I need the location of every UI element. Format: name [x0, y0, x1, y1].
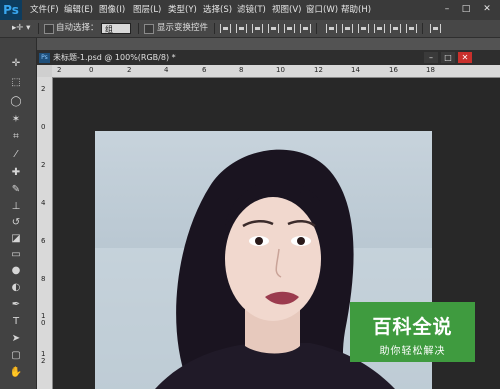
ruler-tick: 2 — [57, 66, 62, 74]
menu-help[interactable]: 帮助(H) — [341, 0, 371, 20]
healing-brush-icon[interactable]: ✚ — [8, 166, 24, 180]
align-top-icon[interactable] — [220, 24, 231, 33]
shape-tool-icon[interactable]: ▢ — [8, 349, 24, 363]
ruler-tick: 8 — [41, 275, 46, 283]
ruler-tick: 18 — [426, 66, 435, 74]
ps-document-icon: Ps — [39, 52, 50, 63]
ruler-tick: 16 — [389, 66, 398, 74]
gradient-tool-icon[interactable]: ▭ — [8, 248, 24, 262]
auto-align-icon[interactable] — [430, 24, 441, 33]
ruler-tick: 8 — [239, 66, 244, 74]
path-selection-icon[interactable]: ➤ — [8, 332, 24, 346]
options-separator — [38, 23, 39, 34]
menu-window[interactable]: 窗口(W) — [306, 0, 338, 20]
history-brush-icon[interactable]: ↺ — [8, 216, 24, 230]
crop-tool-icon[interactable]: ⌗ — [8, 130, 24, 144]
ruler-tick: 4 — [41, 199, 46, 207]
ruler-tick: 2 — [127, 66, 132, 74]
distribute-top-icon[interactable] — [326, 24, 337, 33]
menu-layer[interactable]: 图层(L) — [133, 0, 161, 20]
distribute-vcenter-icon[interactable] — [342, 24, 353, 33]
menu-select[interactable]: 选择(S) — [203, 0, 232, 20]
photoshop-logo: Ps — [0, 0, 22, 20]
hand-tool-icon[interactable]: ✋ — [8, 366, 24, 380]
pen-tool-icon[interactable]: ✒ — [8, 298, 24, 312]
ruler-tick: 6 — [41, 237, 46, 245]
document-title: 未标题-1.psd @ 100%(RGB/8) * — [53, 53, 176, 62]
options-separator — [214, 23, 215, 34]
ruler-tick: 1 0 — [41, 312, 46, 327]
magic-wand-icon[interactable]: ✶ — [8, 113, 24, 127]
align-right-icon[interactable] — [300, 24, 311, 33]
auto-select-dropdown[interactable]: 组 — [101, 23, 131, 34]
distribute-hcenter-icon[interactable] — [390, 24, 401, 33]
dodge-tool-icon[interactable]: ◐ — [8, 281, 24, 295]
menu-view[interactable]: 视图(V) — [272, 0, 301, 20]
menu-edit[interactable]: 编辑(E) — [64, 0, 93, 20]
app-maximize-button[interactable]: □ — [459, 3, 473, 15]
type-tool-icon[interactable]: T — [8, 315, 24, 329]
ruler-tick: 0 — [89, 66, 94, 74]
marquee-tool-icon[interactable]: ⬚ — [8, 76, 24, 90]
menu-type[interactable]: 类型(Y) — [168, 0, 197, 20]
menu-filter[interactable]: 滤镜(T) — [237, 0, 266, 20]
options-separator — [138, 23, 139, 34]
lasso-tool-icon[interactable]: ◯ — [8, 95, 24, 109]
options-separator — [422, 23, 423, 34]
distribute-left-icon[interactable] — [374, 24, 385, 33]
move-tool-icon[interactable]: ✛ — [8, 57, 24, 71]
align-left-icon[interactable] — [268, 24, 279, 33]
show-transform-label: 显示变换控件 — [157, 23, 209, 33]
app-close-button[interactable]: ✕ — [480, 3, 494, 15]
watermark-subtitle: 助你轻松解决 — [379, 346, 446, 357]
brush-tool-icon[interactable]: ✎ — [8, 183, 24, 197]
auto-select-label: 自动选择： — [56, 23, 99, 33]
ruler-tick: 6 — [202, 66, 207, 74]
doc-maximize-button[interactable]: □ — [441, 52, 455, 63]
ruler-tick: 2 — [41, 85, 46, 93]
auto-select-checkbox[interactable] — [44, 24, 54, 34]
ruler-tick: 14 — [351, 66, 360, 74]
clone-stamp-icon[interactable]: ⊥ — [8, 200, 24, 214]
align-hcenter-icon[interactable] — [284, 24, 295, 33]
align-bottom-icon[interactable] — [252, 24, 263, 33]
show-transform-checkbox[interactable] — [144, 24, 154, 34]
ruler-tick: 12 — [314, 66, 323, 74]
distribute-bottom-icon[interactable] — [358, 24, 369, 33]
eraser-tool-icon[interactable]: ◪ — [8, 232, 24, 246]
menu-file[interactable]: 文件(F) — [30, 0, 59, 20]
vertical-ruler[interactable]: 2 0 2 4 6 8 1 0 1 2 — [37, 77, 53, 389]
ruler-tick: 4 — [164, 66, 169, 74]
ruler-tick: 1 2 — [41, 350, 46, 365]
options-separator — [316, 23, 317, 34]
ruler-tick: 0 — [41, 123, 46, 131]
distribute-right-icon[interactable] — [406, 24, 417, 33]
ruler-origin[interactable] — [37, 65, 52, 77]
align-vcenter-icon[interactable] — [236, 24, 247, 33]
ruler-tick: 10 — [276, 66, 285, 74]
menu-image[interactable]: 图像(I) — [99, 0, 125, 20]
move-tool-icon[interactable]: ▸✛ ▾ — [12, 20, 30, 37]
doc-minimize-button[interactable]: – — [424, 52, 438, 63]
doc-close-button[interactable]: ✕ — [458, 52, 472, 63]
blur-tool-icon[interactable]: ● — [8, 264, 24, 278]
ruler-tick: 2 — [41, 161, 46, 169]
horizontal-ruler[interactable]: 2 0 2 4 6 8 10 12 14 16 18 — [52, 65, 500, 78]
document-tab[interactable]: Ps 未标题-1.psd @ 100%(RGB/8) * — [39, 50, 209, 65]
watermark-title: 百科全说 — [372, 316, 453, 338]
eyedropper-icon[interactable]: ⁄ — [8, 148, 24, 162]
app-minimize-button[interactable]: – — [440, 3, 454, 15]
